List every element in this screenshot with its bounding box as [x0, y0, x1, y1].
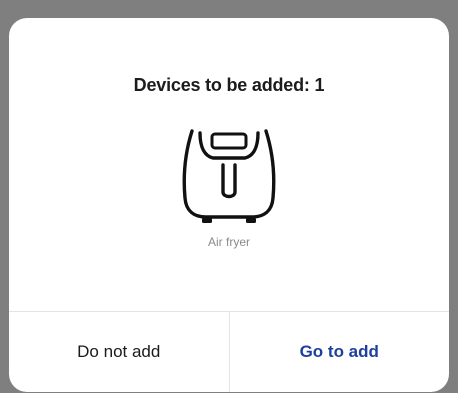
device-item[interactable]: Air fryer [9, 123, 449, 249]
go-to-add-button[interactable]: Go to add [230, 312, 450, 392]
device-label: Air fryer [208, 235, 250, 249]
do-not-add-button[interactable]: Do not add [9, 312, 230, 392]
dialog-footer: Do not add Go to add [9, 311, 449, 392]
air-fryer-icon [182, 129, 276, 223]
add-devices-dialog: Devices to be added: 1 Air fryer Do not … [9, 18, 449, 392]
dialog-title: Devices to be added: 1 [133, 75, 325, 95]
